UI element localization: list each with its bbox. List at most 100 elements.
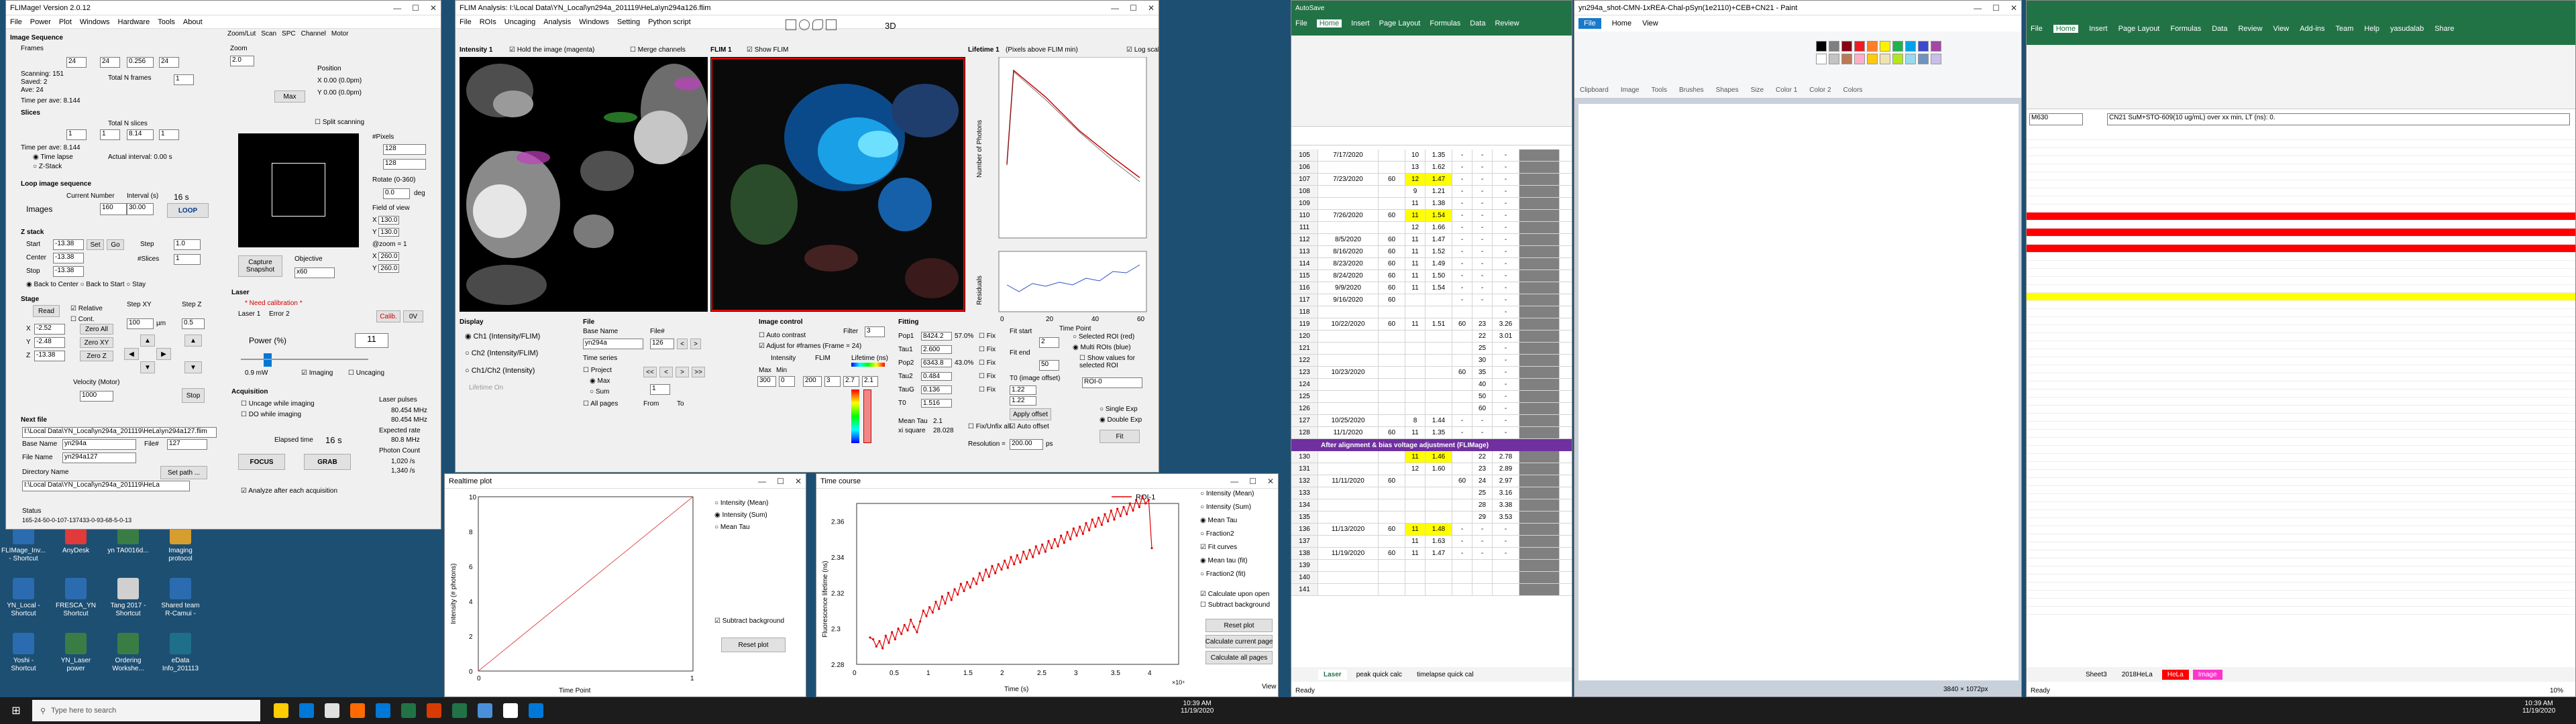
table-cell[interactable]: 2.97 xyxy=(1493,475,1519,487)
excel2-row[interactable] xyxy=(2027,518,2575,526)
table-cell[interactable]: 12 xyxy=(1405,174,1426,185)
desktop-icon[interactable]: Tang 2017 - Shortcut xyxy=(105,578,152,618)
rt-option-2[interactable]: ○ Mean Tau xyxy=(714,524,769,536)
close-icon[interactable]: ✕ xyxy=(1267,477,1274,486)
table-cell[interactable] xyxy=(1519,403,1560,414)
table-cell[interactable] xyxy=(1426,560,1452,571)
table-cell[interactable] xyxy=(1426,330,1452,342)
focus-button[interactable]: FOCUS xyxy=(238,454,285,470)
taskbar-app-icon[interactable] xyxy=(299,703,314,718)
paint-group-6[interactable]: Color 1 xyxy=(1776,86,1797,94)
table-cell[interactable] xyxy=(1318,391,1379,402)
table-cell[interactable]: - xyxy=(1472,222,1493,233)
excel2-row[interactable] xyxy=(2027,357,2575,365)
table-cell[interactable] xyxy=(1452,511,1472,523)
table-cell[interactable]: 127 xyxy=(1291,415,1318,426)
table-cell[interactable]: 3.16 xyxy=(1493,487,1519,499)
excel2-row[interactable] xyxy=(2027,317,2575,325)
fit-start-input[interactable]: 2 xyxy=(1039,337,1059,348)
table-cell[interactable]: 25 xyxy=(1472,343,1493,354)
fit-value[interactable]: 0.484 xyxy=(921,371,952,381)
minimize-icon[interactable]: — xyxy=(1230,477,1238,486)
desktop-icon[interactable]: Shared team R-Camui - xyxy=(157,578,204,618)
ch2-radio[interactable]: Ch2 (Intensity/FLIM) xyxy=(472,349,539,357)
table-cell[interactable] xyxy=(1472,584,1493,595)
back-start-radio[interactable]: Back to Start xyxy=(86,281,124,288)
zoom-tab-4[interactable]: Motor xyxy=(331,30,349,41)
table-cell[interactable] xyxy=(1452,379,1472,390)
excel2-row[interactable] xyxy=(2027,293,2575,301)
table-cell[interactable]: - xyxy=(1452,234,1472,245)
zstack-stop[interactable]: -13.38 xyxy=(53,266,84,277)
table-cell[interactable] xyxy=(1519,210,1560,221)
excel2-row[interactable] xyxy=(2027,510,2575,518)
table-cell[interactable]: 122 xyxy=(1291,355,1318,366)
maximize-icon[interactable]: ☐ xyxy=(1992,3,2000,13)
table-cell[interactable] xyxy=(1519,463,1560,475)
table-cell[interactable] xyxy=(1405,475,1426,487)
table-cell[interactable]: 23 xyxy=(1472,463,1493,475)
table-cell[interactable]: - xyxy=(1493,246,1519,257)
table-cell[interactable] xyxy=(1379,463,1405,475)
table-cell[interactable] xyxy=(1318,487,1379,499)
table-cell[interactable]: - xyxy=(1452,174,1472,185)
table-cell[interactable]: - xyxy=(1472,162,1493,173)
back-center-radio[interactable]: Back to Center xyxy=(34,281,78,288)
excel1-tab-6[interactable]: Review xyxy=(1495,19,1519,27)
excel2-tab-0[interactable]: File xyxy=(2031,25,2043,33)
excel2-tab-3[interactable]: Page Layout xyxy=(2118,25,2160,33)
table-cell[interactable]: 121 xyxy=(1291,343,1318,354)
total-frames-input[interactable]: 1 xyxy=(174,74,194,85)
excel2-row[interactable] xyxy=(2027,558,2575,566)
table-cell[interactable] xyxy=(1405,403,1426,414)
excel2-namebox[interactable]: M630 xyxy=(2029,113,2083,125)
table-cell[interactable] xyxy=(1405,343,1426,354)
fa-base-input[interactable]: yn294a xyxy=(583,339,643,349)
color-swatch[interactable] xyxy=(1816,54,1827,64)
table-cell[interactable]: 11 xyxy=(1405,270,1426,282)
table-row[interactable]: 115 8/24/2020 60 11 1.50- - - xyxy=(1291,270,1572,282)
color-swatch[interactable] xyxy=(1867,54,1878,64)
table-cell[interactable]: - xyxy=(1472,536,1493,547)
power-input[interactable]: 11 xyxy=(355,333,388,348)
table-cell[interactable]: 7/26/2020 xyxy=(1318,210,1379,221)
table-cell[interactable] xyxy=(1519,222,1560,233)
table-cell[interactable]: - xyxy=(1472,548,1493,559)
3d-button[interactable]: 3D xyxy=(885,21,896,31)
table-cell[interactable] xyxy=(1405,499,1426,511)
table-cell[interactable]: - xyxy=(1493,367,1519,378)
table-cell[interactable] xyxy=(1452,499,1472,511)
desktop-icon[interactable]: YN_Local - Shortcut xyxy=(0,578,47,618)
merge-channels-checkbox[interactable]: Merge channels xyxy=(638,46,686,54)
color-swatch[interactable] xyxy=(1854,41,1865,52)
excel2-row[interactable] xyxy=(2027,349,2575,357)
fit-button[interactable]: Fit xyxy=(1099,430,1140,443)
table-cell[interactable]: 1.47 xyxy=(1426,234,1452,245)
table-cell[interactable]: 1.47 xyxy=(1426,548,1452,559)
table-cell[interactable]: 11 xyxy=(1405,536,1426,547)
table-cell[interactable]: - xyxy=(1452,270,1472,282)
excel2-row[interactable] xyxy=(2027,221,2575,229)
excel2-row[interactable] xyxy=(2027,277,2575,285)
table-cell[interactable] xyxy=(1452,403,1472,414)
table-cell[interactable]: 130 xyxy=(1291,451,1318,463)
flim-menu-4[interactable]: Windows xyxy=(579,18,609,26)
table-cell[interactable]: 3.01 xyxy=(1493,330,1519,342)
excel1-tab-4[interactable]: Formulas xyxy=(1430,19,1460,27)
minimize-icon[interactable]: — xyxy=(393,3,401,13)
table-cell[interactable] xyxy=(1405,330,1426,342)
tc-view-label[interactable]: View xyxy=(1262,683,1277,690)
color-swatch[interactable] xyxy=(1829,54,1839,64)
table-cell[interactable]: - xyxy=(1472,149,1493,161)
excel2-row[interactable] xyxy=(2027,269,2575,277)
table-cell[interactable] xyxy=(1519,282,1560,294)
table-cell[interactable] xyxy=(1426,379,1452,390)
table-cell[interactable]: - xyxy=(1493,149,1519,161)
desktop-icon[interactable]: YN_Laser power xyxy=(52,633,99,673)
table-cell[interactable]: - xyxy=(1452,536,1472,547)
table-cell[interactable]: 60 xyxy=(1379,174,1405,185)
table-cell[interactable]: - xyxy=(1472,524,1493,535)
zoom-tab-3[interactable]: Channel xyxy=(301,30,326,41)
page-nav-0[interactable]: << xyxy=(643,367,657,377)
table-row[interactable]: 106 13 1.62- - - xyxy=(1291,162,1572,174)
